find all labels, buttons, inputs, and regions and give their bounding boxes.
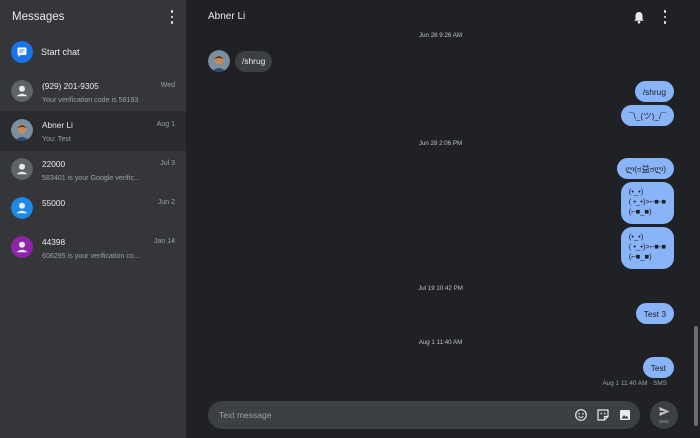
thread-timestamp: Aug 1 11:40 AM: [418, 339, 463, 346]
more-options-icon[interactable]: [660, 10, 670, 24]
outgoing-message: (•_•) ( •_•)>⌐■-■ (⌐■_■): [620, 182, 674, 224]
outgoing-message: ლ(ಠ益ಠლ): [617, 158, 674, 179]
thread-timestamp: Jun 28 9:26 AM: [419, 32, 462, 39]
conversation-snippet: 583401 is your Google verific...: [42, 174, 140, 182]
conversation-item[interactable]: 44398 606295 is your verification co... …: [0, 228, 186, 268]
conversation-item-selected[interactable]: Abner Li You: Test Aug 1: [0, 111, 186, 151]
emoji-icon[interactable]: [574, 408, 588, 422]
conversation-date: Wed: [160, 82, 175, 89]
conversation-item[interactable]: 22000 583401 is your Google verific... J…: [0, 150, 186, 190]
send-button[interactable]: SMS: [650, 401, 678, 429]
sidebar-header: Messages: [0, 0, 186, 34]
conversation-item[interactable]: 55000 Jun 2: [0, 189, 186, 229]
thread-scrollbar[interactable]: [694, 326, 698, 426]
outgoing-message: ¯\_(ツ)_/¯: [620, 105, 674, 126]
conversation-date: Aug 1: [156, 121, 175, 128]
contact-photo-avatar: [11, 119, 33, 141]
contact-avatar-icon: [11, 197, 33, 219]
thread-timestamp: Jul 19 10:42 PM: [418, 285, 463, 292]
conversation-snippet: You: Test: [42, 135, 71, 143]
conversation-snippet: 606295 is your verification co...: [42, 252, 140, 260]
contact-avatar-icon: [11, 158, 33, 180]
outgoing-message: Test 3: [635, 303, 674, 324]
send-icon: [659, 407, 670, 416]
conversation-snippet: Your verification code is 58193: [42, 96, 139, 104]
conversation-date: Jun 2: [157, 199, 175, 206]
sender-photo-avatar: [208, 50, 230, 72]
conversation-name: Abner Li: [42, 120, 73, 130]
more-options-icon[interactable]: [167, 10, 177, 24]
conversation-name: 22000: [42, 159, 66, 169]
conversation-name: 55000: [42, 198, 66, 208]
message-input[interactable]: [208, 401, 569, 429]
conversation-item[interactable]: (929) 201-9305 Your verification code is…: [0, 72, 186, 112]
chat-bubble-icon: [11, 41, 33, 63]
send-sms-label: SMS: [659, 419, 669, 424]
conversation-sidebar: Messages Start chat (929) 201-9305 Your …: [0, 0, 186, 438]
compose-bar: [208, 401, 640, 429]
conversation-name: (929) 201-9305: [42, 81, 99, 91]
outgoing-message: Test: [642, 357, 674, 378]
start-chat-button[interactable]: Start chat: [0, 38, 186, 68]
conversation-date: Jan 14: [153, 238, 175, 245]
conversation-date: Jul 3: [160, 160, 175, 167]
conversation-name: 44398: [42, 237, 66, 247]
message-status: Aug 1 11:40 AM · SMS: [602, 380, 667, 387]
thread-timestamp: Jun 28 2:06 PM: [418, 140, 463, 147]
outgoing-message: (•_•) ( •_•)>⌐■-■ (⌐■_■): [620, 227, 674, 269]
contact-avatar-icon: [11, 236, 33, 258]
app-title: Messages: [12, 11, 65, 23]
sticker-icon[interactable]: [596, 408, 610, 422]
incoming-message: /shrug: [235, 51, 273, 72]
bell-icon[interactable]: [633, 11, 645, 24]
image-icon[interactable]: [618, 408, 632, 422]
contact-avatar-icon: [11, 80, 33, 102]
start-chat-label: Start chat: [41, 47, 80, 57]
outgoing-message: /shrug: [634, 81, 674, 102]
conversation-header: Abner Li: [186, 0, 700, 34]
contact-name: Abner Li: [208, 11, 246, 22]
